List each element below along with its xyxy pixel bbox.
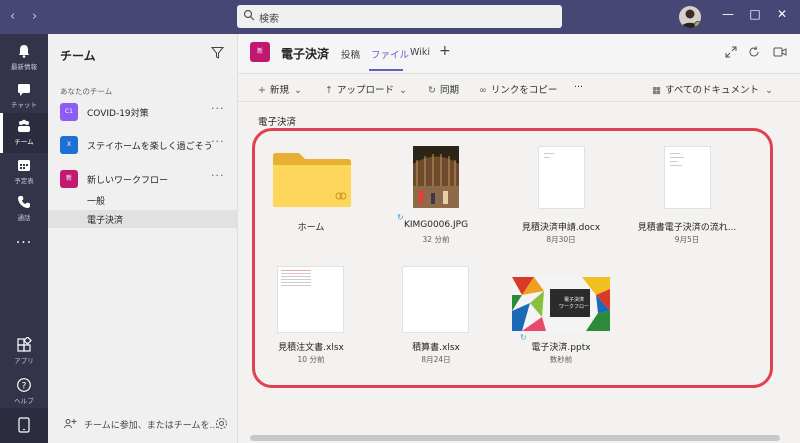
team-item[interactable]: 新 新しいワークフロー ··· bbox=[48, 164, 237, 194]
rail-label: チャット bbox=[11, 101, 37, 109]
svg-text:?: ? bbox=[22, 381, 27, 391]
team-item[interactable]: C1 COVID-19対策 ··· bbox=[48, 97, 237, 127]
refresh-icon[interactable] bbox=[748, 46, 760, 58]
rail-item-teams[interactable]: チーム bbox=[0, 113, 48, 153]
mobile-app-button[interactable] bbox=[0, 408, 48, 443]
tab-files[interactable]: ファイル bbox=[371, 47, 409, 61]
breadcrumb: 電子決済 bbox=[258, 117, 297, 128]
link-icon: ∞ bbox=[479, 85, 487, 96]
rail-label: ヘルプ bbox=[14, 397, 34, 405]
chevron-down-icon: ⌄ bbox=[764, 85, 773, 96]
team-item[interactable]: X ステイホームを楽しく過ごそう ··· bbox=[48, 130, 237, 160]
minimize-button[interactable]: — bbox=[718, 7, 738, 27]
join-team-button[interactable]: チームに参加、またはチームを... bbox=[48, 408, 237, 438]
team-name: COVID-19対策 bbox=[87, 109, 149, 119]
app-rail: 最新情報 チャット チーム 予定表 通話 ··· アプリ ? ヘルプ bbox=[0, 34, 48, 443]
sync-button[interactable]: ↻ 同期 bbox=[428, 82, 459, 96]
channel-title: 電子決済 bbox=[281, 47, 330, 61]
upload-icon: ↑ bbox=[325, 85, 333, 96]
calendar-icon bbox=[18, 160, 30, 171]
rail-item-apps[interactable]: アプリ bbox=[0, 332, 48, 372]
panel-title: チーム bbox=[60, 49, 96, 63]
search-placeholder: 検索 bbox=[259, 14, 279, 25]
channel-item[interactable]: 一般 bbox=[48, 191, 237, 209]
chevron-down-icon: ⌄ bbox=[293, 85, 302, 96]
expand-icon[interactable] bbox=[725, 46, 737, 58]
teams-panel: チーム あなたのチーム C1 COVID-19対策 ··· X ステイホームを楽… bbox=[48, 34, 238, 443]
highlight-annotation bbox=[252, 128, 773, 388]
rail-label: 予定表 bbox=[14, 177, 34, 185]
active-tab-indicator bbox=[369, 69, 403, 71]
chevron-down-icon: ⌄ bbox=[398, 85, 407, 96]
settings-icon[interactable] bbox=[215, 417, 228, 430]
title-bar: ‹ › 検索 — □ ✕ bbox=[0, 0, 800, 34]
add-tab-button[interactable]: + bbox=[439, 43, 451, 59]
sync-icon: ↻ bbox=[428, 85, 436, 96]
help-icon: ? bbox=[17, 378, 31, 392]
avatar[interactable] bbox=[679, 6, 701, 28]
sync-label: 同期 bbox=[439, 85, 459, 96]
plus-icon: + bbox=[258, 85, 266, 96]
upload-label: アップロード bbox=[336, 85, 394, 96]
rail-item-calendar[interactable]: 予定表 bbox=[0, 152, 48, 192]
more-options-icon[interactable]: ··· bbox=[211, 169, 225, 182]
join-team-icon bbox=[64, 419, 77, 429]
rail-label: 通話 bbox=[17, 214, 31, 222]
copy-link-label: リンクをコピー bbox=[490, 85, 558, 96]
tab-wiki[interactable]: Wiki bbox=[410, 47, 430, 58]
horizontal-scrollbar[interactable] bbox=[238, 433, 800, 443]
team-avatar: 新 bbox=[60, 170, 78, 188]
channel-avatar: 新 bbox=[250, 42, 270, 62]
rail-label: チーム bbox=[14, 138, 34, 146]
scrollbar-thumb[interactable] bbox=[250, 435, 780, 441]
meet-now-icon[interactable] bbox=[773, 46, 787, 58]
filter-icon[interactable] bbox=[211, 46, 224, 59]
phone-device-icon bbox=[18, 417, 30, 433]
search-input[interactable]: 検索 bbox=[237, 5, 562, 28]
view-label: すべてのドキュメント bbox=[664, 85, 759, 96]
upload-button[interactable]: ↑ アップロード ⌄ bbox=[325, 82, 411, 96]
team-avatar: X bbox=[60, 136, 78, 154]
team-name: ステイホームを楽しく過ごそう bbox=[87, 142, 213, 152]
section-label: あなたのチーム bbox=[60, 87, 113, 96]
new-label: 新規 bbox=[269, 85, 289, 96]
rail-item-calls[interactable]: 通話 bbox=[0, 189, 48, 229]
rail-item-activity[interactable]: 最新情報 bbox=[0, 38, 48, 78]
copy-link-button[interactable]: ∞ リンクをコピー bbox=[479, 82, 557, 96]
rail-label: アプリ bbox=[14, 357, 34, 365]
channel-header: 新 電子決済 投稿 ファイル Wiki + bbox=[238, 34, 800, 74]
bell-icon bbox=[19, 45, 29, 58]
rail-label: 最新情報 bbox=[11, 63, 37, 71]
tab-posts[interactable]: 投稿 bbox=[341, 47, 360, 61]
forward-icon[interactable]: › bbox=[32, 9, 37, 24]
chat-icon bbox=[18, 84, 30, 96]
back-icon[interactable]: ‹ bbox=[10, 9, 15, 24]
team-avatar: C1 bbox=[60, 103, 78, 121]
team-name: 新しいワークフロー bbox=[87, 176, 169, 186]
channel-name: 一般 bbox=[87, 197, 106, 207]
presence-available-icon bbox=[694, 21, 701, 28]
join-team-label: チームに参加、またはチームを... bbox=[84, 421, 219, 431]
teams-icon bbox=[18, 119, 30, 132]
channel-item-active[interactable]: 電子決済 bbox=[48, 210, 237, 228]
phone-icon bbox=[18, 196, 30, 208]
view-selector[interactable]: ▦ すべてのドキュメント ⌄ bbox=[652, 82, 777, 96]
more-actions-button[interactable]: ··· bbox=[574, 82, 583, 93]
rail-item-help[interactable]: ? ヘルプ bbox=[0, 372, 48, 412]
search-icon bbox=[243, 9, 255, 21]
close-button[interactable]: ✕ bbox=[772, 7, 792, 27]
apps-icon bbox=[17, 337, 32, 352]
new-button[interactable]: + 新規 ⌄ bbox=[258, 82, 306, 96]
maximize-button[interactable]: □ bbox=[745, 7, 765, 27]
more-icon: ··· bbox=[15, 235, 33, 251]
grid-view-icon: ▦ bbox=[652, 85, 661, 96]
files-toolbar: + 新規 ⌄ ↑ アップロード ⌄ ↻ 同期 ∞ リンクをコピー ··· ▦ すべてのドキュメ… bbox=[238, 75, 800, 102]
more-apps-button[interactable]: ··· bbox=[0, 230, 48, 270]
rail-item-chat[interactable]: チャット bbox=[0, 76, 48, 116]
more-options-icon[interactable]: ··· bbox=[211, 135, 225, 148]
channel-name: 電子決済 bbox=[87, 216, 124, 226]
more-options-icon[interactable]: ··· bbox=[211, 102, 225, 115]
